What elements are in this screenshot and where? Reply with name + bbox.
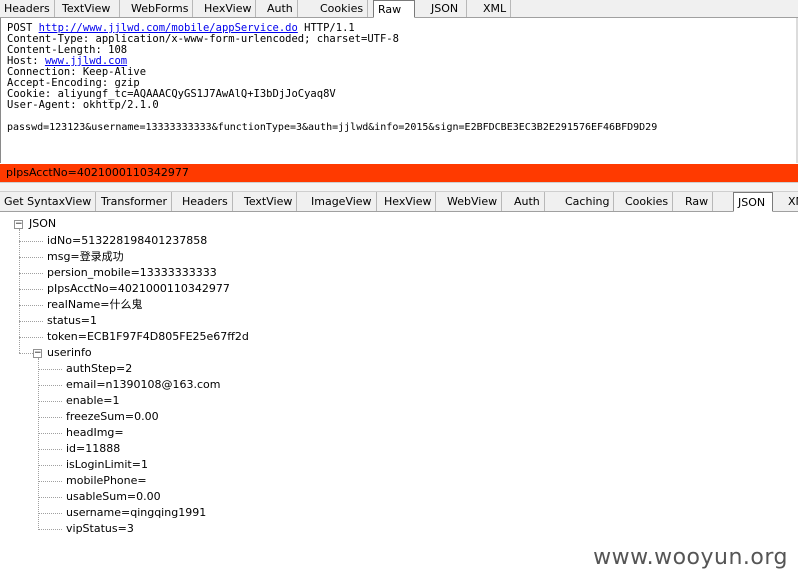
userinfo-collapse-toggle[interactable]: − (33, 349, 42, 358)
tree-connector (19, 337, 43, 338)
json-node[interactable]: token=ECB1F97F4D805FE25e67ff2d (47, 330, 249, 344)
tree-connector (19, 241, 43, 242)
json-node[interactable]: isLoginLimit=1 (66, 458, 148, 472)
tree-connector (38, 449, 62, 450)
request-tab-hexview[interactable]: HexView (200, 0, 257, 17)
request-tab-xml[interactable]: XML (479, 0, 512, 17)
tree-connector (38, 417, 62, 418)
response-tab-get-syntaxview[interactable]: Get SyntaxView (0, 192, 97, 211)
json-node[interactable]: enable=1 (66, 394, 120, 408)
json-node[interactable]: idNo=513228198401237858 (47, 234, 207, 248)
tree-connector (19, 353, 33, 354)
header-user-agent: User-Agent: okhttp/2.1.0 (7, 99, 159, 111)
response-tab-headers[interactable]: Headers (178, 192, 233, 211)
response-tab-hexview[interactable]: HexView (380, 192, 437, 211)
json-node[interactable]: authStep=2 (66, 362, 132, 376)
tree-connector (19, 305, 43, 306)
tree-connector (38, 369, 62, 370)
request-body: passwd=123123&username=13333333333&funct… (7, 122, 658, 133)
tree-connector (19, 257, 43, 258)
json-node[interactable]: pIpsAcctNo=4021000110342977 (47, 282, 230, 296)
request-tab-textview[interactable]: TextView (58, 0, 120, 17)
json-node[interactable]: vipStatus=3 (66, 522, 134, 536)
json-node[interactable]: id=11888 (66, 442, 120, 456)
tree-connector (38, 385, 62, 386)
request-tab-raw[interactable]: Raw (373, 0, 415, 18)
selected-node-value: pIpsAcctNo=4021000110342977 (0, 164, 798, 182)
request-inspector-tabs: Headers TextView WebForms HexView Auth Cookie… (0, 0, 798, 18)
tree-root-label[interactable]: JSON (29, 217, 56, 231)
json-node[interactable]: msg=登录成功 (47, 250, 124, 264)
json-tree: − JSON idNo=513228198401237858 msg=登录成功 pers… (0, 212, 798, 586)
response-tab-webview[interactable]: WebView (443, 192, 503, 211)
tree-connector (19, 289, 43, 290)
tree-connector (38, 481, 62, 482)
root-collapse-toggle[interactable]: − (14, 220, 23, 229)
raw-request-pane[interactable]: POST http://www.jjlwd.com/mobile/appServ… (0, 18, 798, 163)
json-node[interactable]: realName=什么鬼 (47, 298, 143, 312)
response-tab-imageview[interactable]: ImageView (307, 192, 377, 211)
request-tab-webforms[interactable]: WebForms (127, 0, 194, 17)
json-node[interactable]: usableSum=0.00 (66, 490, 161, 504)
tree-connector (38, 497, 62, 498)
json-node[interactable]: email=n1390108@163.com (66, 378, 221, 392)
tree-connector (38, 401, 62, 402)
json-node[interactable]: persion_mobile=13333333333 (47, 266, 217, 280)
tree-connector (38, 513, 62, 514)
json-node[interactable]: headImg= (66, 426, 124, 440)
json-node[interactable]: username=qingqing1991 (66, 506, 206, 520)
pane-splitter[interactable] (0, 182, 798, 192)
request-tab-headers[interactable]: Headers (0, 0, 55, 17)
tree-connector (38, 358, 39, 530)
response-inspector-tabs: Get SyntaxView Transformer Headers TextView… (0, 192, 798, 212)
json-node[interactable]: status=1 (47, 314, 97, 328)
response-tab-xm[interactable]: XM (784, 192, 798, 211)
watermark: www.wooyun.org (593, 545, 788, 570)
request-tab-json[interactable]: JSON (427, 0, 467, 17)
tree-connector (38, 529, 62, 530)
json-node-userinfo[interactable]: userinfo (47, 346, 92, 360)
tree-connector (19, 321, 43, 322)
request-tab-auth[interactable]: Auth (263, 0, 298, 17)
json-node[interactable]: mobilePhone= (66, 474, 147, 488)
tree-connector (38, 465, 62, 466)
response-tab-json[interactable]: JSON (733, 192, 773, 212)
response-tab-auth[interactable]: Auth (510, 192, 545, 211)
response-tab-textview[interactable]: TextView (240, 192, 298, 211)
response-tab-raw[interactable]: Raw (681, 192, 714, 211)
response-tab-transformer[interactable]: Transformer (97, 192, 173, 211)
tree-connector (38, 433, 62, 434)
tree-connector (19, 273, 43, 274)
response-tab-cookies[interactable]: Cookies (621, 192, 674, 211)
response-tab-caching[interactable]: Caching (561, 192, 615, 211)
json-node[interactable]: freezeSum=0.00 (66, 410, 159, 424)
request-tab-cookies[interactable]: Cookies (316, 0, 369, 17)
tree-connector (19, 229, 20, 353)
